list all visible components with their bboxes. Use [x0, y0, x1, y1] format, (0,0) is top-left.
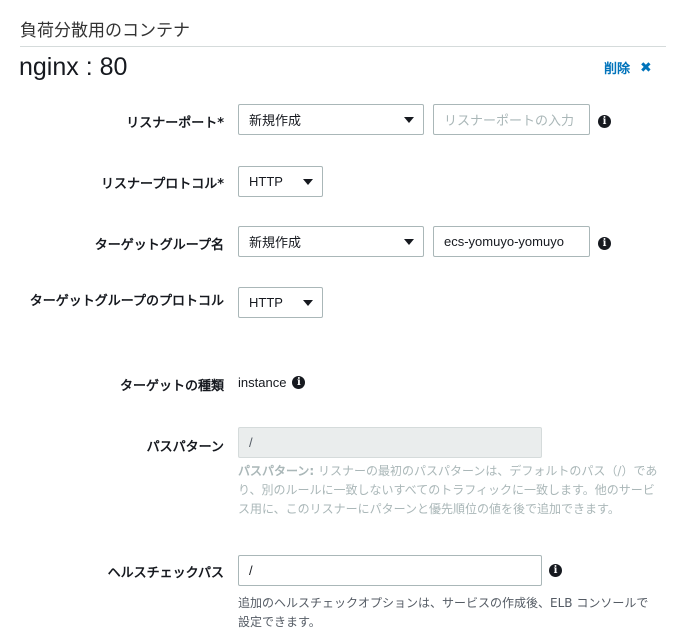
health-check-path-input[interactable]: / [238, 555, 542, 586]
path-pattern-help-term: パスパターン: [238, 464, 315, 478]
info-icon[interactable]: i [598, 115, 611, 128]
target-group-protocol-select-value: HTTP [249, 295, 283, 310]
listener-port-select[interactable]: 新規作成 [238, 104, 424, 135]
listener-port-input[interactable]: リスナーポートの入力 [433, 104, 590, 135]
listener-port-label: リスナーポート* [126, 116, 224, 131]
chevron-down-icon [303, 179, 313, 185]
listener-protocol-select[interactable]: HTTP [238, 166, 323, 197]
target-group-protocol-select[interactable]: HTTP [238, 287, 323, 318]
section-title: 負荷分散用のコンテナ [20, 21, 190, 41]
close-icon[interactable]: ✖ [640, 61, 652, 75]
chevron-down-icon [404, 117, 414, 123]
section-divider [20, 46, 666, 47]
target-type-value-row: instance i [238, 375, 306, 390]
listener-protocol-label: リスナープロトコル* [100, 177, 224, 192]
target-group-protocol-label: ターゲットグループのプロトコル [29, 294, 224, 309]
info-icon[interactable]: i [292, 376, 306, 389]
info-icon[interactable]: i [549, 564, 562, 577]
health-check-path-help: 追加のヘルスチェックオプションは、サービスの作成後、ELB コンソールで設定でき… [238, 596, 649, 629]
path-pattern-input: / [238, 427, 542, 458]
path-pattern-help: パスパターン: リスナーの最初のパスパターンは、デフォルトのパス（/）であり、別… [238, 462, 658, 519]
container-name: nginx : 80 [19, 53, 128, 81]
info-icon[interactable]: i [598, 237, 611, 250]
delete-label[interactable]: 削除 [604, 58, 630, 77]
target-group-name-input[interactable]: ecs-yomuyo-yomuyo [433, 226, 590, 257]
health-check-path-label: ヘルスチェックパス [107, 566, 224, 581]
listener-port-select-value: 新規作成 [249, 113, 302, 128]
target-group-name-select[interactable]: 新規作成 [238, 226, 424, 257]
path-pattern-label: パスパターン [146, 440, 224, 455]
chevron-down-icon [303, 300, 313, 306]
listener-protocol-select-value: HTTP [249, 174, 283, 189]
delete-button[interactable]: 削除 ✖ [604, 58, 652, 78]
target-group-name-select-value: 新規作成 [249, 235, 302, 250]
chevron-down-icon [404, 239, 414, 245]
target-type-value: instance [238, 375, 287, 390]
target-type-label: ターゲットの種類 [119, 379, 224, 394]
target-group-name-label: ターゲットグループ名 [94, 238, 224, 253]
